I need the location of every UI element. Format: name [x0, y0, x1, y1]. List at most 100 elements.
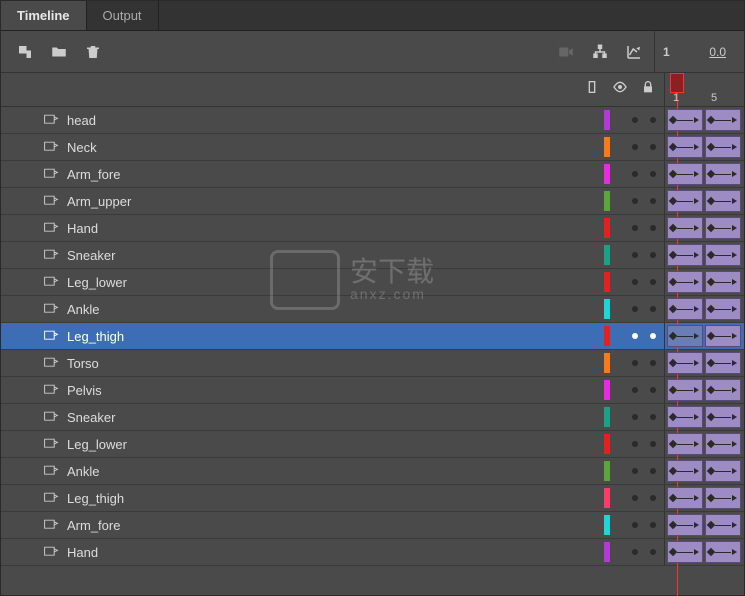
visibility-dot[interactable]	[632, 252, 638, 258]
keyframe-span[interactable]	[705, 460, 741, 482]
lock-dot[interactable]	[650, 414, 656, 420]
visibility-dot[interactable]	[632, 549, 638, 555]
color-swatch[interactable]	[604, 353, 610, 373]
folder-button[interactable]	[45, 38, 73, 66]
lock-dot[interactable]	[650, 225, 656, 231]
lock-dot[interactable]	[650, 333, 656, 339]
tab-timeline[interactable]: Timeline	[1, 1, 87, 30]
lock-dot[interactable]	[650, 279, 656, 285]
color-swatch[interactable]	[604, 515, 610, 535]
layer-track[interactable]	[664, 485, 744, 511]
lock-dot[interactable]	[650, 495, 656, 501]
visibility-dot[interactable]	[632, 360, 638, 366]
keyframe-span[interactable]	[705, 109, 741, 131]
color-swatch[interactable]	[604, 326, 610, 346]
layer-row[interactable]: head	[1, 107, 744, 134]
layer-track[interactable]	[664, 350, 744, 376]
lock-dot[interactable]	[650, 306, 656, 312]
lock-dot[interactable]	[650, 117, 656, 123]
layer-row[interactable]: Ankle	[1, 458, 744, 485]
keyframe-span[interactable]	[705, 244, 741, 266]
layer-row[interactable]: Torso	[1, 350, 744, 377]
keyframe-span[interactable]	[705, 298, 741, 320]
keyframe-span[interactable]	[705, 352, 741, 374]
tab-output[interactable]: Output	[87, 1, 159, 30]
visibility-dot[interactable]	[632, 495, 638, 501]
keyframe-span[interactable]	[705, 487, 741, 509]
layer-row[interactable]: Leg_lower	[1, 269, 744, 296]
layer-track[interactable]	[664, 296, 744, 322]
color-swatch[interactable]	[604, 272, 610, 292]
keyframe-span[interactable]	[667, 406, 703, 428]
lock-dot[interactable]	[650, 198, 656, 204]
visibility-dot[interactable]	[632, 171, 638, 177]
layer-track[interactable]	[664, 269, 744, 295]
layer-row[interactable]: Leg_thigh	[1, 323, 744, 350]
color-swatch[interactable]	[604, 299, 610, 319]
lock-dot[interactable]	[650, 549, 656, 555]
hierarchy-button[interactable]	[586, 38, 614, 66]
layer-row[interactable]: Sneaker	[1, 404, 744, 431]
layer-row[interactable]: Sneaker	[1, 242, 744, 269]
keyframe-span[interactable]	[667, 541, 703, 563]
keyframe-span[interactable]	[667, 109, 703, 131]
graph-button[interactable]	[620, 38, 648, 66]
keyframe-span[interactable]	[667, 487, 703, 509]
lock-dot[interactable]	[650, 171, 656, 177]
keyframe-span[interactable]	[667, 136, 703, 158]
type-column-icon[interactable]	[584, 79, 600, 100]
layer-row[interactable]: Pelvis	[1, 377, 744, 404]
color-swatch[interactable]	[604, 110, 610, 130]
camera-button[interactable]	[552, 38, 580, 66]
new-symbol-button[interactable]	[11, 38, 39, 66]
visibility-dot[interactable]	[632, 198, 638, 204]
color-swatch[interactable]	[604, 542, 610, 562]
layer-track[interactable]	[664, 134, 744, 160]
color-swatch[interactable]	[604, 380, 610, 400]
color-swatch[interactable]	[604, 434, 610, 454]
visibility-dot[interactable]	[632, 306, 638, 312]
lock-dot[interactable]	[650, 441, 656, 447]
layer-row[interactable]: Leg_lower	[1, 431, 744, 458]
keyframe-span[interactable]	[667, 190, 703, 212]
color-swatch[interactable]	[604, 245, 610, 265]
layer-track[interactable]	[664, 215, 744, 241]
visibility-dot[interactable]	[632, 333, 638, 339]
color-swatch[interactable]	[604, 488, 610, 508]
lock-dot[interactable]	[650, 360, 656, 366]
visibility-dot[interactable]	[632, 225, 638, 231]
layer-track[interactable]	[664, 404, 744, 430]
color-swatch[interactable]	[604, 407, 610, 427]
color-swatch[interactable]	[604, 218, 610, 238]
layer-row[interactable]: Arm_fore	[1, 161, 744, 188]
lock-dot[interactable]	[650, 522, 656, 528]
eye-icon[interactable]	[612, 79, 628, 100]
color-swatch[interactable]	[604, 191, 610, 211]
visibility-dot[interactable]	[632, 279, 638, 285]
current-time[interactable]: 0.0	[709, 45, 726, 59]
layer-track[interactable]	[664, 188, 744, 214]
lock-icon[interactable]	[640, 79, 656, 100]
keyframe-span[interactable]	[667, 433, 703, 455]
visibility-dot[interactable]	[632, 522, 638, 528]
current-frame[interactable]: 1	[663, 45, 670, 59]
keyframe-span[interactable]	[667, 379, 703, 401]
layer-row[interactable]: Ankle	[1, 296, 744, 323]
layer-track[interactable]	[664, 377, 744, 403]
lock-dot[interactable]	[650, 387, 656, 393]
keyframe-span[interactable]	[705, 406, 741, 428]
keyframe-span[interactable]	[667, 514, 703, 536]
keyframe-span[interactable]	[705, 433, 741, 455]
layer-row[interactable]: Arm_upper	[1, 188, 744, 215]
layer-track[interactable]	[664, 242, 744, 268]
timeline-ruler[interactable]: 1 5	[664, 73, 744, 106]
layer-row[interactable]: Leg_thigh	[1, 485, 744, 512]
keyframe-span[interactable]	[705, 217, 741, 239]
keyframe-span[interactable]	[667, 325, 703, 347]
layer-track[interactable]	[664, 512, 744, 538]
keyframe-span[interactable]	[705, 163, 741, 185]
layer-track[interactable]	[664, 161, 744, 187]
layer-row[interactable]: Hand	[1, 539, 744, 566]
layer-track[interactable]	[664, 323, 744, 349]
visibility-dot[interactable]	[632, 387, 638, 393]
